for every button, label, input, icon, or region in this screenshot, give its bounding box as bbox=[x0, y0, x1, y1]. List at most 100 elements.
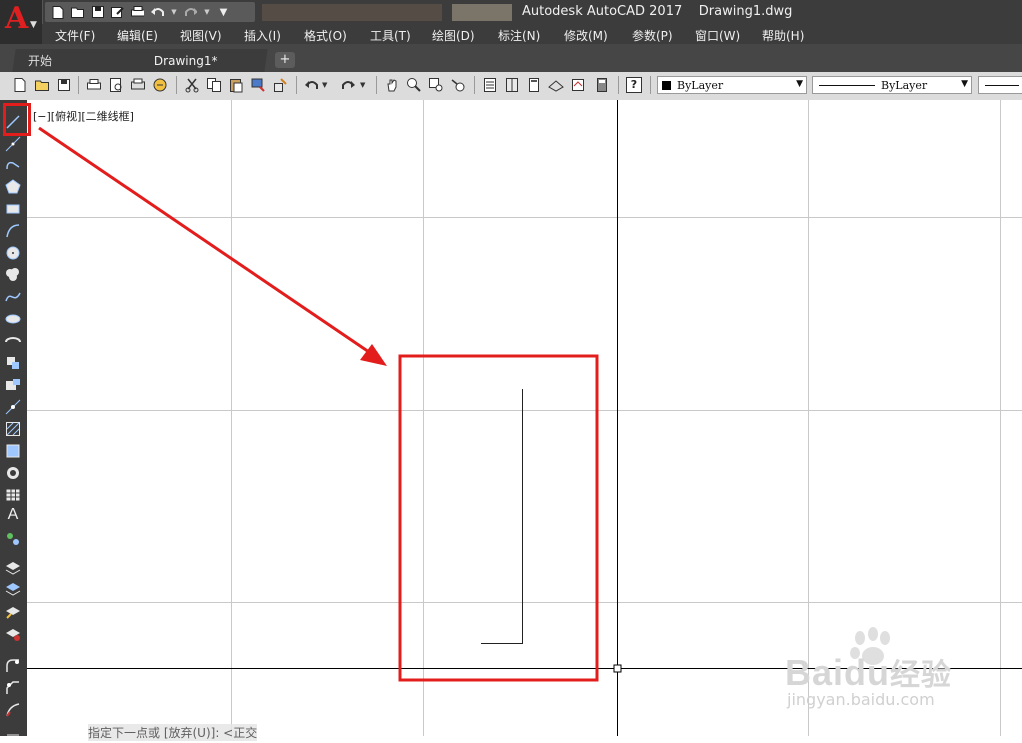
menu-view[interactable]: 视图(V) bbox=[180, 27, 222, 44]
redo-icon[interactable] bbox=[340, 77, 356, 93]
menu-tools[interactable]: 工具(T) bbox=[370, 27, 411, 44]
menu-format[interactable]: 格式(O) bbox=[304, 27, 347, 44]
insert-block-icon[interactable] bbox=[5, 355, 21, 371]
arc-icon[interactable] bbox=[5, 223, 21, 239]
ellipse-icon[interactable] bbox=[5, 311, 21, 327]
menu-insert[interactable]: 插入(I) bbox=[244, 27, 281, 44]
point-icon[interactable] bbox=[5, 399, 21, 415]
watermark-brand: Baidu bbox=[785, 652, 891, 693]
color-swatch bbox=[662, 81, 671, 90]
match-properties-icon[interactable] bbox=[250, 77, 266, 93]
more-tools-icon[interactable] bbox=[5, 724, 21, 736]
fillet-icon[interactable] bbox=[5, 658, 21, 674]
watermark-suffix: 经验 bbox=[890, 659, 953, 692]
polygon-icon[interactable] bbox=[5, 179, 21, 195]
add-selected-icon[interactable] bbox=[5, 531, 21, 547]
table-icon[interactable] bbox=[5, 487, 21, 503]
new-icon[interactable] bbox=[51, 5, 64, 19]
ellipse-arc-icon[interactable] bbox=[5, 333, 21, 349]
new-tab-button[interactable]: + bbox=[275, 52, 295, 68]
design-center-icon[interactable] bbox=[504, 77, 520, 93]
gradient-icon[interactable] bbox=[5, 443, 21, 459]
revision-cloud-icon[interactable] bbox=[5, 267, 21, 283]
polyline-icon[interactable] bbox=[5, 157, 21, 173]
command-line-prompt: 指定下一点或 [放弃(U)]: <正交 bbox=[88, 724, 258, 741]
undo-icon[interactable] bbox=[304, 77, 320, 93]
spline-icon[interactable] bbox=[5, 289, 21, 305]
menu-draw[interactable]: 绘图(D) bbox=[432, 27, 475, 44]
annotation-arrow-line bbox=[38, 126, 370, 354]
tab-drawing1-label: Drawing1* bbox=[154, 53, 218, 68]
layer-previous-icon[interactable] bbox=[5, 604, 21, 620]
circle-icon[interactable] bbox=[5, 245, 21, 261]
pan-icon[interactable] bbox=[384, 77, 400, 93]
background-window-tab bbox=[452, 4, 512, 21]
chevron-down-icon[interactable]: ▼ bbox=[322, 81, 330, 97]
menu-dimension[interactable]: 标注(N) bbox=[498, 27, 540, 44]
application-menu-button[interactable]: A ▼ bbox=[0, 0, 43, 44]
menu-edit[interactable]: 编辑(E) bbox=[117, 27, 158, 44]
standard-toolbar: ▼ ▼ ? ByLayer ▼ ByLayer ▼ bbox=[0, 72, 1022, 101]
tab-drawing1[interactable]: Drawing1* bbox=[138, 49, 268, 72]
save-icon[interactable] bbox=[56, 77, 72, 93]
plot-icon[interactable] bbox=[131, 6, 144, 19]
menu-modify[interactable]: 修改(M) bbox=[564, 27, 608, 44]
save-icon[interactable] bbox=[91, 6, 104, 19]
zoom-previous-icon[interactable] bbox=[450, 77, 466, 93]
quickcalc-icon[interactable] bbox=[594, 77, 610, 93]
save-as-icon[interactable] bbox=[111, 6, 124, 19]
layer-properties-icon[interactable] bbox=[5, 560, 21, 576]
tool-palettes-icon[interactable] bbox=[526, 77, 542, 93]
highlight-box-result bbox=[398, 354, 599, 682]
region-icon[interactable] bbox=[5, 465, 21, 481]
layer-state-icon[interactable] bbox=[5, 582, 21, 598]
chevron-down-icon[interactable]: ▼ bbox=[171, 6, 177, 19]
chevron-down-icon: ▼ bbox=[961, 79, 968, 89]
lineweight-sample bbox=[985, 85, 1019, 86]
file-tab-bar: 开始 Drawing1* bbox=[0, 44, 1022, 72]
undo-icon[interactable] bbox=[151, 6, 164, 19]
menu-help[interactable]: 帮助(H) bbox=[762, 27, 804, 44]
copy-icon[interactable] bbox=[206, 77, 222, 93]
zoom-realtime-icon[interactable] bbox=[406, 77, 422, 93]
open-icon[interactable] bbox=[71, 6, 84, 19]
chevron-down-icon[interactable]: ▼ bbox=[360, 81, 368, 97]
block-editor-icon[interactable] bbox=[272, 77, 288, 93]
open-icon[interactable] bbox=[34, 77, 50, 93]
menu-parameters[interactable]: 参数(P) bbox=[632, 27, 673, 44]
zoom-window-icon[interactable] bbox=[428, 77, 444, 93]
properties-icon[interactable] bbox=[482, 77, 498, 93]
tab-start[interactable]: 开始 bbox=[12, 49, 144, 72]
chevron-down-icon[interactable]: ▼ bbox=[204, 6, 210, 19]
lineweight-control-dropdown[interactable] bbox=[978, 76, 1022, 94]
markup-set-manager-icon[interactable] bbox=[570, 77, 586, 93]
crosshair-cursor bbox=[613, 664, 622, 673]
viewport-controls-label[interactable]: [−][俯视][二维线框] bbox=[33, 108, 134, 124]
make-block-icon[interactable] bbox=[5, 377, 21, 393]
plot-icon[interactable] bbox=[86, 77, 102, 93]
new-icon[interactable] bbox=[12, 77, 28, 93]
help-icon[interactable]: ? bbox=[626, 77, 642, 93]
publish-icon[interactable] bbox=[130, 77, 146, 93]
menu-window[interactable]: 窗口(W) bbox=[695, 27, 740, 44]
multiline-text-icon[interactable]: A bbox=[5, 506, 21, 523]
sheet-set-manager-icon[interactable] bbox=[548, 77, 564, 93]
rectangle-icon[interactable] bbox=[5, 201, 21, 217]
blend-curves-icon[interactable] bbox=[5, 702, 21, 718]
plot-preview-icon[interactable] bbox=[108, 77, 124, 93]
3d-dwf-icon[interactable] bbox=[152, 77, 168, 93]
chevron-down-icon: ▼ bbox=[796, 79, 803, 89]
linetype-control-dropdown[interactable]: ByLayer ▼ bbox=[812, 76, 972, 94]
menu-file[interactable]: 文件(F) bbox=[55, 27, 95, 44]
hatch-icon[interactable] bbox=[5, 421, 21, 437]
redo-icon[interactable] bbox=[184, 6, 197, 19]
color-control-dropdown[interactable]: ByLayer ▼ bbox=[657, 76, 807, 94]
paste-icon[interactable] bbox=[228, 77, 244, 93]
layer-isolate-icon[interactable] bbox=[5, 626, 21, 642]
chamfer-icon[interactable] bbox=[5, 680, 21, 696]
color-dropdown-value: ByLayer bbox=[677, 79, 724, 92]
construction-line-icon[interactable] bbox=[5, 136, 21, 152]
cut-icon[interactable] bbox=[184, 77, 200, 93]
customize-icon[interactable]: ▼ bbox=[217, 6, 230, 19]
watermark-url: jingyan.baidu.com bbox=[787, 690, 935, 709]
